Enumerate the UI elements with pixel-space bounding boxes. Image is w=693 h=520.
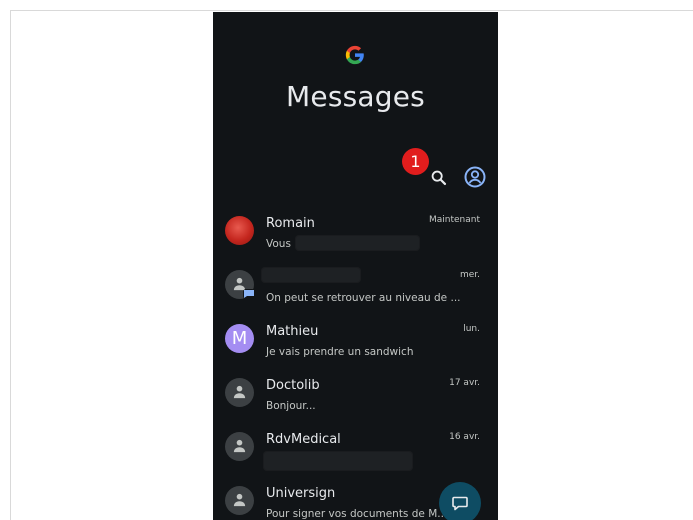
message-snippet: Je vais prendre un sandwich	[266, 346, 414, 358]
avatar	[225, 378, 254, 407]
person-icon	[233, 439, 246, 453]
conversation-item[interactable]: RdvMedical 16 avr.	[213, 427, 498, 481]
person-icon	[233, 385, 246, 399]
conversation-item[interactable]: Romain Maintenant Vous	[213, 211, 498, 265]
start-chat-icon	[452, 496, 468, 511]
message-time: lun.	[463, 324, 480, 334]
google-g-logo	[345, 45, 364, 65]
chat-bubble-icon	[243, 289, 255, 299]
avatar: M	[225, 324, 254, 353]
messages-app-screen: Messages 1 Romain Maintenant Vous mer. O…	[213, 12, 498, 520]
contact-name: Universign	[266, 486, 336, 501]
message-time: 17 avr.	[449, 378, 480, 388]
message-snippet: Vous	[266, 238, 291, 250]
avatar	[225, 216, 254, 245]
redacted-area	[263, 451, 413, 471]
app-title: Messages	[286, 80, 425, 113]
account-circle-icon[interactable]	[463, 165, 487, 189]
avatar	[225, 432, 254, 461]
redacted-area	[261, 267, 361, 283]
message-time: mer.	[459, 270, 480, 280]
contact-name: Romain	[266, 216, 315, 231]
message-snippet: On peut se retrouver au niveau de ...	[266, 292, 461, 304]
search-icon[interactable]	[428, 167, 450, 189]
avatar	[225, 486, 254, 515]
contact-name: Doctolib	[266, 378, 320, 393]
conversation-item[interactable]: M Mathieu lun. Je vais prendre un sandwi…	[213, 319, 498, 373]
redacted-area	[295, 235, 420, 251]
person-icon	[233, 493, 246, 507]
contact-name: Mathieu	[266, 324, 319, 339]
contact-name: RdvMedical	[266, 432, 341, 447]
annotation-badge: 1	[402, 148, 429, 175]
conversation-item[interactable]: Doctolib 17 avr. Bonjour...	[213, 373, 498, 427]
start-chat-button[interactable]	[439, 482, 481, 520]
conversation-item[interactable]: mer. On peut se retrouver au niveau de .…	[213, 265, 498, 319]
message-snippet: Bonjour...	[266, 400, 316, 412]
message-time: Maintenant	[428, 215, 480, 225]
message-snippet: Pour signer vos documents de M...	[266, 508, 448, 520]
message-time: 16 avr.	[449, 432, 480, 442]
